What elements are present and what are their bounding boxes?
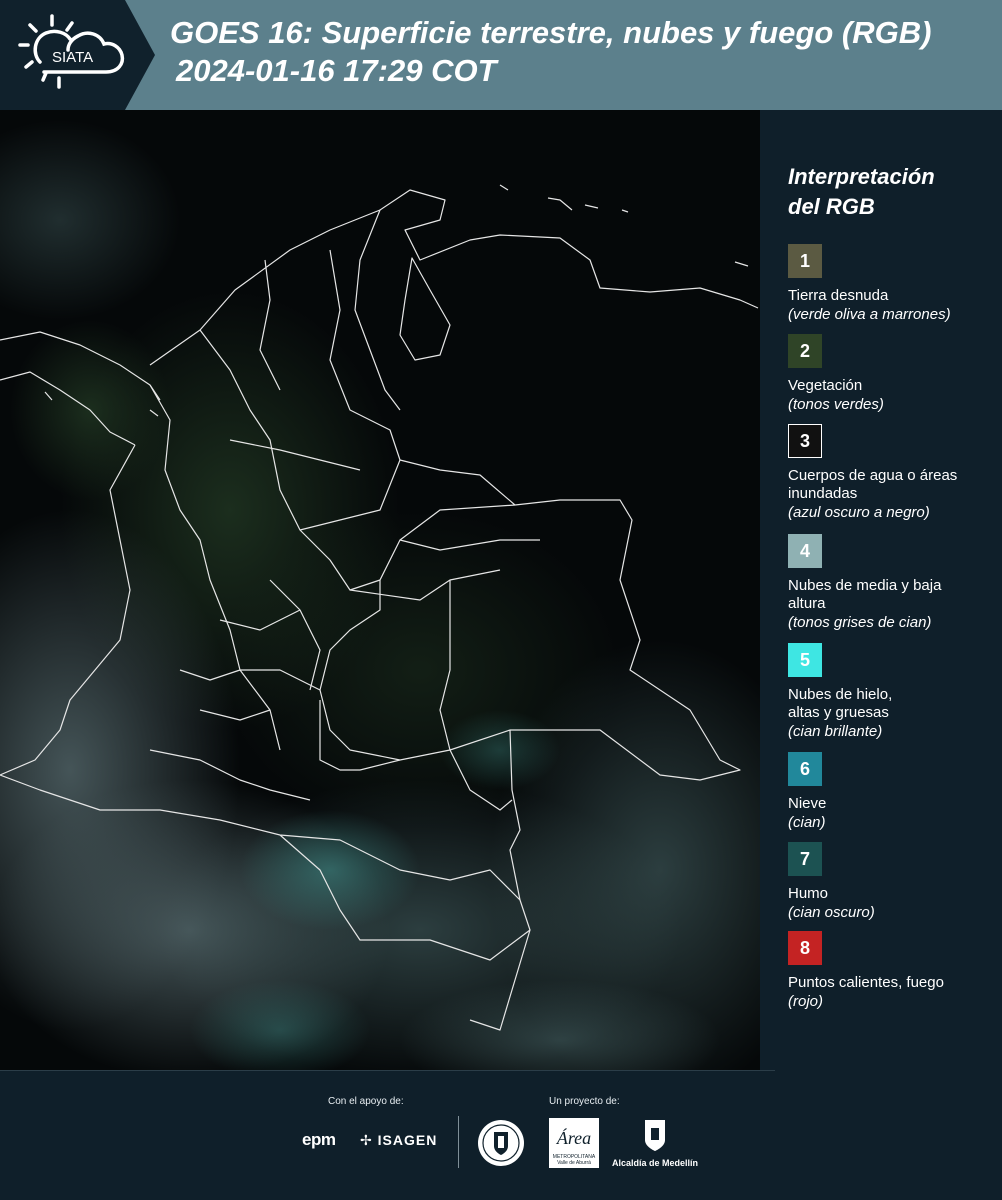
legend-label: Humo [788, 885, 829, 902]
legend-item-snow: 6 Nieve (cian) [788, 752, 998, 833]
legend-description: (rojo) [788, 993, 824, 1010]
legend-swatch: 6 [788, 752, 822, 786]
legend-swatch: 4 [788, 534, 822, 568]
legend-label: Vegetación [788, 377, 863, 394]
legend-label: Puntos calientes, fuego [788, 974, 944, 991]
area-metropolitana-logo: Área METROPOLITANA Valle de Aburrá [549, 1118, 599, 1168]
legend-item-low-clouds: 4 Nubes de media y baja altura (tonos gr… [788, 534, 998, 633]
legend-description: (cian) [788, 814, 826, 831]
legend-description: (cian oscuro) [788, 904, 875, 921]
siata-logo-icon: SIATA [18, 14, 125, 89]
title-line-1: GOES 16: Superficie terrestre, nubes y f… [170, 15, 932, 50]
title-line-2: 2024-01-16 17:29 COT [176, 53, 497, 88]
legend-description: (tonos verdes) [788, 396, 884, 413]
header: SIATA GOES 16: Superficie terrestre, nub… [0, 0, 1002, 110]
legend-label: Tierra desnuda [788, 287, 889, 304]
page-title: GOES 16: Superficie terrestre, nubes y f… [170, 14, 1000, 90]
legend-description: (cian brillante) [788, 723, 883, 740]
legend-label: Nubes de media y baja altura [788, 577, 942, 612]
support-label: Con el apoyo de: [328, 1096, 404, 1107]
legend-item-water: 3 Cuerpos de agua o áreas inundadas (azu… [788, 424, 998, 523]
legend-label: Nieve [788, 795, 827, 812]
legend-label: Cuerpos de agua o áreas inundadas [788, 467, 958, 502]
svg-text:SIATA: SIATA [52, 49, 93, 66]
legend-item-bare-soil: 1 Tierra desnuda (verde oliva a marrones… [788, 244, 998, 325]
isagen-mark-icon: ✢ [360, 1132, 373, 1148]
satellite-image [0, 110, 760, 1070]
legend-description: (verde oliva a marrones) [788, 306, 951, 323]
legend-description: (azul oscuro a negro) [788, 504, 930, 521]
project-label: Un proyecto de: [549, 1096, 620, 1107]
rgb-legend: Interpretación del RGB 1 Tierra desnuda … [760, 110, 1002, 1070]
legend-item-ice-clouds: 5 Nubes de hielo, altas y gruesas (cian … [788, 643, 998, 742]
alcaldia-shield-icon [645, 1120, 665, 1151]
legend-title: Interpretación del RGB [788, 164, 935, 219]
university-seal-icon [478, 1120, 524, 1166]
legend-swatch: 7 [788, 842, 822, 876]
legend-label: Nubes de hielo, altas y gruesas [788, 686, 893, 721]
legend-item-vegetation: 2 Vegetación (tonos verdes) [788, 334, 998, 415]
satellite-map [0, 110, 760, 1070]
legend-swatch: 3 [788, 424, 822, 458]
legend-description: (tonos grises de cian) [788, 614, 932, 631]
epm-logo: epm [302, 1130, 336, 1149]
footer-divider-line [0, 1070, 775, 1071]
legend-swatch: 8 [788, 931, 822, 965]
header-logo-panel: SIATA [0, 0, 155, 110]
legend-swatch: 5 [788, 643, 822, 677]
legend-item-smoke: 7 Humo (cian oscuro) [788, 842, 998, 923]
legend-item-fire: 8 Puntos calientes, fuego (rojo) [788, 931, 998, 1012]
legend-swatch: 1 [788, 244, 822, 278]
isagen-logo: ✢ ISAGEN [360, 1132, 438, 1148]
footer-divider [458, 1116, 459, 1168]
legend-swatch: 2 [788, 334, 822, 368]
alcaldia-logo-label: Alcaldía de Medellín [612, 1158, 699, 1168]
footer: Con el apoyo de: Un proyecto de: epm ✢ I… [0, 1070, 1002, 1200]
